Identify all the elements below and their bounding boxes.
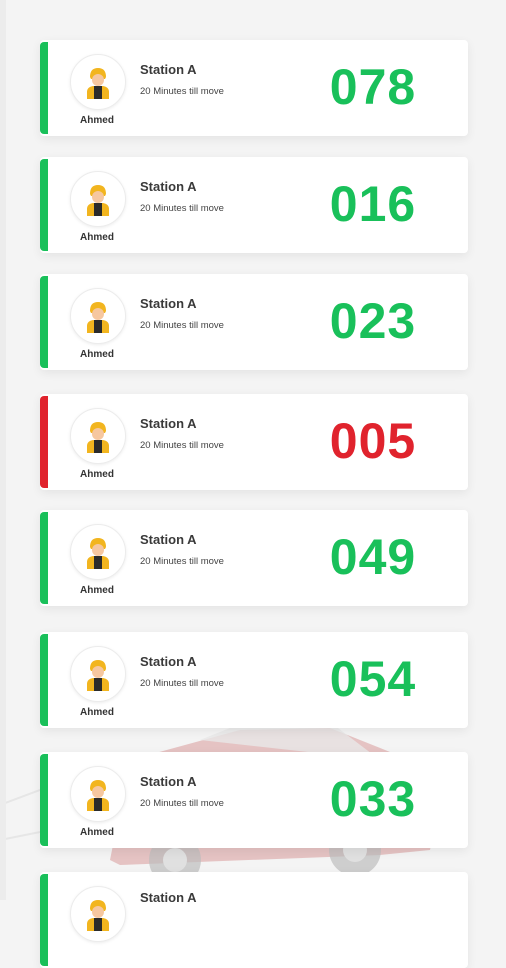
status-accent-bar bbox=[40, 396, 48, 488]
station-name: Station A bbox=[140, 62, 197, 77]
queue-list: Ahmed Station A 20 Minutes till move 078… bbox=[0, 0, 506, 968]
driver-avatar-icon bbox=[70, 408, 126, 464]
queue-number: 078 bbox=[329, 59, 417, 115]
eta-text: 20 Minutes till move bbox=[140, 798, 224, 809]
queue-card[interactable]: Station A bbox=[40, 872, 468, 968]
driver-name: Ahmed bbox=[80, 827, 114, 838]
driver-avatar-icon bbox=[70, 646, 126, 702]
eta-text: 20 Minutes till move bbox=[140, 86, 224, 97]
queue-card[interactable]: Ahmed Station A 20 Minutes till move 033 bbox=[40, 752, 468, 848]
driver-avatar-icon bbox=[70, 524, 126, 580]
driver-avatar-icon bbox=[70, 766, 126, 822]
eta-text: 20 Minutes till move bbox=[140, 203, 224, 214]
eta-text: 20 Minutes till move bbox=[140, 678, 224, 689]
station-name: Station A bbox=[140, 296, 197, 311]
station-name: Station A bbox=[140, 890, 197, 905]
status-accent-bar bbox=[40, 276, 48, 368]
queue-card[interactable]: Ahmed Station A 20 Minutes till move 023 bbox=[40, 274, 468, 370]
driver-name: Ahmed bbox=[80, 349, 114, 360]
driver-name: Ahmed bbox=[80, 585, 114, 596]
driver-name: Ahmed bbox=[80, 115, 114, 126]
queue-number: 005 bbox=[329, 413, 417, 469]
station-name: Station A bbox=[140, 774, 197, 789]
station-name: Station A bbox=[140, 179, 197, 194]
queue-card[interactable]: Ahmed Station A 20 Minutes till move 005 bbox=[40, 394, 468, 490]
queue-number: 054 bbox=[329, 651, 417, 707]
driver-name: Ahmed bbox=[80, 232, 114, 243]
queue-card[interactable]: Ahmed Station A 20 Minutes till move 049 bbox=[40, 510, 468, 606]
status-accent-bar bbox=[40, 42, 48, 134]
eta-text: 20 Minutes till move bbox=[140, 556, 224, 567]
driver-avatar-icon bbox=[70, 288, 126, 344]
queue-number: 033 bbox=[329, 771, 417, 827]
driver-name: Ahmed bbox=[80, 707, 114, 718]
eta-text: 20 Minutes till move bbox=[140, 320, 224, 331]
driver-avatar-icon bbox=[70, 886, 126, 942]
driver-avatar-icon bbox=[70, 54, 126, 110]
status-accent-bar bbox=[40, 754, 48, 846]
station-name: Station A bbox=[140, 654, 197, 669]
status-accent-bar bbox=[40, 634, 48, 726]
queue-number: 023 bbox=[329, 293, 417, 349]
queue-card[interactable]: Ahmed Station A 20 Minutes till move 016 bbox=[40, 157, 468, 253]
queue-number: 016 bbox=[329, 176, 417, 232]
eta-text: 20 Minutes till move bbox=[140, 440, 224, 451]
status-accent-bar bbox=[40, 874, 48, 966]
queue-number: 049 bbox=[329, 529, 417, 585]
status-accent-bar bbox=[40, 159, 48, 251]
status-accent-bar bbox=[40, 512, 48, 604]
station-name: Station A bbox=[140, 532, 197, 547]
station-name: Station A bbox=[140, 416, 197, 431]
queue-card[interactable]: Ahmed Station A 20 Minutes till move 054 bbox=[40, 632, 468, 728]
driver-name: Ahmed bbox=[80, 469, 114, 480]
driver-avatar-icon bbox=[70, 171, 126, 227]
queue-card[interactable]: Ahmed Station A 20 Minutes till move 078 bbox=[40, 40, 468, 136]
